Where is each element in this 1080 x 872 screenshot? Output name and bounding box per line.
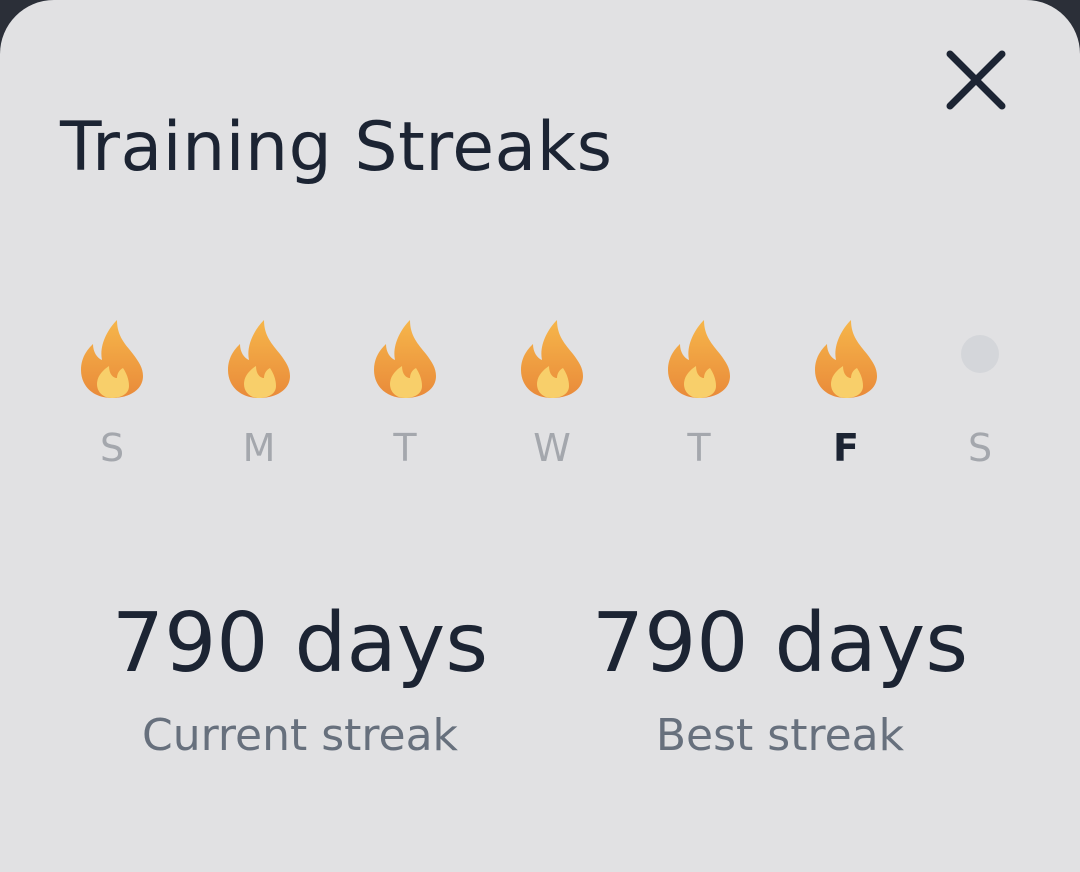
day-monday: M — [214, 310, 304, 490]
best-streak-value: 790 days — [591, 596, 969, 691]
flame-icon — [79, 318, 145, 400]
day-friday: F — [801, 310, 891, 490]
day-saturday: S — [935, 310, 1025, 490]
current-streak-value: 790 days — [111, 596, 489, 691]
current-streak-label: Current streak — [141, 710, 459, 761]
best-streak-stat: 790 days Best streak — [540, 594, 1020, 766]
day-letter: S — [967, 426, 993, 470]
page-title: Training Streaks — [60, 108, 613, 187]
day-letter: M — [242, 426, 276, 470]
day-wednesday: W — [507, 310, 597, 490]
day-letter: T — [687, 426, 711, 470]
day-letter-today: F — [833, 426, 859, 470]
best-streak-label: Best streak — [655, 710, 905, 761]
day-thursday: T — [654, 310, 744, 490]
day-tuesday: T — [360, 310, 450, 490]
flame-icon — [519, 318, 585, 400]
day-sunday: S — [67, 310, 157, 490]
flame-icon — [226, 318, 292, 400]
day-letter: T — [393, 426, 417, 470]
current-streak-stat: 790 days Current streak — [60, 594, 540, 766]
day-letter: S — [99, 426, 125, 470]
flame-icon — [813, 318, 879, 400]
close-icon — [946, 50, 1006, 110]
empty-day-dot — [961, 335, 999, 373]
day-letter: W — [533, 426, 571, 470]
training-streaks-sheet: Training Streaks S M T W T F S 790 days … — [0, 0, 1080, 872]
flame-icon — [372, 318, 438, 400]
flame-icon — [666, 318, 732, 400]
close-button[interactable] — [940, 44, 1012, 116]
